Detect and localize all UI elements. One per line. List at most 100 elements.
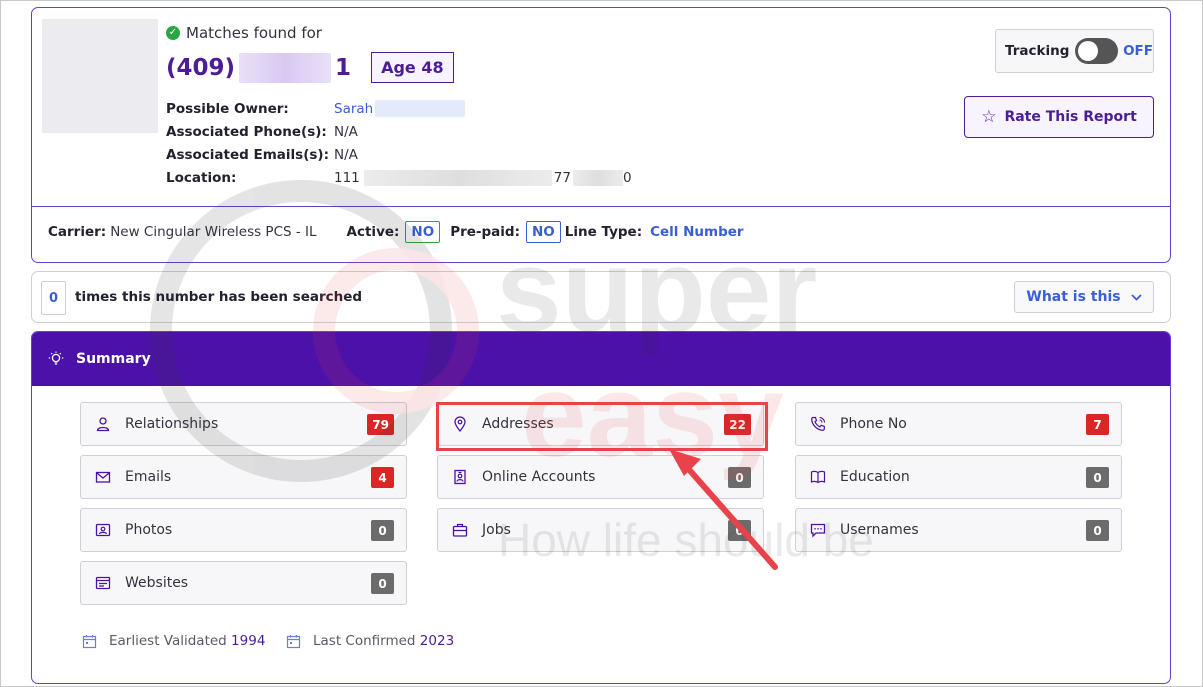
tile-online-accounts[interactable]: Online Accounts 0	[437, 455, 764, 499]
info-row-location: Location: 111 77 0	[166, 166, 632, 189]
info-row-owner: Possible Owner: Sarah	[166, 97, 632, 120]
what-is-this-button[interactable]: What is this	[1014, 281, 1154, 313]
rate-report-label: Rate This Report	[1004, 109, 1137, 125]
tile-label: Education	[840, 469, 910, 485]
last-confirmed: Last Confirmed 2023	[286, 633, 454, 649]
location-redaction	[572, 169, 623, 186]
tracking-label: Tracking	[1005, 43, 1070, 59]
info-value: N/A	[334, 146, 358, 163]
owner-photo-placeholder	[42, 19, 158, 133]
tile-photos[interactable]: Photos 0	[80, 508, 407, 552]
earliest-year: 1994	[231, 633, 266, 649]
tile-label: Usernames	[840, 522, 919, 538]
photo-icon	[95, 522, 111, 538]
summary-title: Summary	[76, 351, 151, 367]
tile-count-badge: 79	[367, 414, 394, 435]
info-row-phones: Associated Phone(s): N/A	[166, 120, 632, 143]
carrier-row: Carrier: New Cingular Wireless PCS - IL …	[48, 221, 744, 243]
tile-count-badge: 0	[728, 520, 751, 541]
search-count-card: 0 times this number has been searched Wh…	[31, 271, 1171, 323]
search-count-badge: 0	[41, 281, 66, 315]
tracking-control: Tracking OFF	[995, 29, 1154, 73]
tile-label: Phone No	[840, 416, 907, 432]
phone-prefix: (409)	[166, 54, 236, 81]
tile-education[interactable]: Education 0	[795, 455, 1122, 499]
tile-label: Emails	[125, 469, 172, 485]
lightbulb-icon	[48, 351, 64, 365]
browser-icon	[95, 575, 111, 591]
confirmed-label: Last Confirmed	[313, 633, 416, 649]
tile-count-badge: 7	[1086, 414, 1109, 435]
calendar-icon	[286, 634, 301, 648]
tracking-state: OFF	[1123, 43, 1153, 59]
tile-label: Websites	[125, 575, 189, 591]
confirmed-year: 2023	[419, 633, 455, 649]
tile-label: Photos	[125, 522, 173, 538]
chevron-down-icon	[1130, 293, 1142, 301]
what-is-this-label: What is this	[1026, 289, 1121, 305]
tile-count-badge: 0	[371, 573, 394, 594]
active-label: Active:	[346, 224, 400, 240]
earliest-label: Earliest Validated	[109, 633, 227, 649]
tile-usernames[interactable]: Usernames 0	[795, 508, 1122, 552]
location-mid: 77	[553, 169, 571, 186]
chat-icon	[810, 522, 826, 538]
rate-report-button[interactable]: ☆ Rate This Report	[964, 96, 1154, 138]
calendar-icon	[82, 634, 97, 648]
info-value: N/A	[334, 123, 358, 140]
id-badge-icon	[452, 469, 468, 485]
line-type-value: Cell Number	[650, 224, 744, 240]
tile-count-badge: 0	[371, 520, 394, 541]
tile-label: Relationships	[125, 416, 219, 432]
summary-card: Summary Relationships 79 Addresses 22 Ph…	[31, 331, 1171, 684]
info-label: Location:	[166, 169, 237, 186]
tile-relationships[interactable]: Relationships 79	[80, 402, 407, 446]
owner-redaction	[375, 100, 466, 117]
line-type-label: Line Type:	[564, 224, 643, 240]
location-redaction	[363, 169, 552, 186]
tile-count-badge: 0	[1086, 520, 1109, 541]
carrier-label: Carrier:	[48, 224, 107, 240]
possible-owner-name[interactable]: Sarah	[334, 101, 373, 117]
prepaid-label: Pre-paid:	[450, 224, 520, 240]
phone-suffix: 1	[335, 54, 352, 81]
info-label: Possible Owner:	[166, 100, 289, 117]
age-badge: Age 48	[371, 52, 454, 83]
matches-label: Matches found for	[186, 24, 322, 42]
addresses-highlight-box	[436, 402, 768, 451]
search-count-text: times this number has been searched	[75, 289, 363, 305]
location-end: 0	[622, 169, 632, 186]
info-label: Associated Emails(s):	[166, 146, 329, 163]
header-divider	[32, 206, 1170, 207]
report-header-card: ✓ Matches found for (409) 1 Age 48 Possi…	[31, 7, 1171, 263]
carrier-value: New Cingular Wireless PCS - IL	[110, 224, 317, 240]
book-icon	[810, 469, 826, 485]
earliest-validated: Earliest Validated 1994	[82, 633, 265, 649]
prepaid-badge: NO	[525, 221, 561, 243]
possible-owner-link[interactable]: Sarah	[334, 100, 466, 117]
summary-header: Summary	[32, 332, 1170, 386]
tile-emails[interactable]: Emails 4	[80, 455, 407, 499]
location-start: 111	[334, 169, 360, 186]
phone-redaction	[239, 52, 332, 83]
tile-websites[interactable]: Websites 0	[80, 561, 407, 605]
tile-count-badge: 0	[728, 467, 751, 488]
tile-label: Jobs	[482, 522, 511, 538]
phone-icon	[810, 416, 826, 432]
active-badge: NO	[405, 221, 441, 243]
tile-count-badge: 0	[1086, 467, 1109, 488]
matches-found-row: ✓ Matches found for	[166, 24, 322, 42]
envelope-icon	[95, 469, 111, 485]
tile-jobs[interactable]: Jobs 0	[437, 508, 764, 552]
check-circle-icon: ✓	[166, 26, 180, 40]
info-label: Associated Phone(s):	[166, 123, 327, 140]
owner-info-table: Possible Owner: Sarah Associated Phone(s…	[166, 97, 632, 189]
tile-phone-no[interactable]: Phone No 7	[795, 402, 1122, 446]
toggle-knob	[1078, 41, 1099, 61]
info-row-emails: Associated Emails(s): N/A	[166, 143, 632, 166]
tile-count-badge: 4	[371, 467, 394, 488]
tile-label: Online Accounts	[482, 469, 596, 485]
person-icon	[95, 416, 111, 432]
star-icon: ☆	[981, 107, 997, 127]
tracking-toggle[interactable]	[1075, 38, 1119, 64]
